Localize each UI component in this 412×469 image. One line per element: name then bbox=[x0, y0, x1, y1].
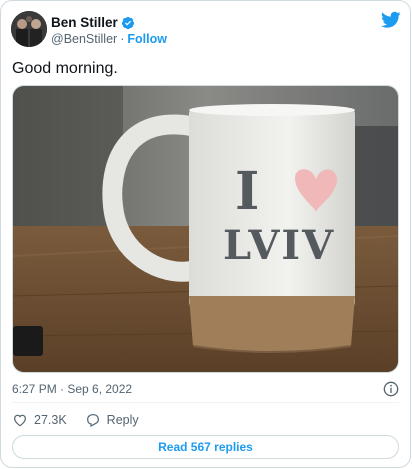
info-icon[interactable] bbox=[383, 381, 399, 397]
tweet-timestamp[interactable]: 6:27 PM · Sep 6, 2022 bbox=[12, 382, 132, 396]
action-bar: 27.3K Reply bbox=[12, 411, 157, 429]
twitter-bird-icon[interactable] bbox=[381, 11, 401, 29]
like-count: 27.3K bbox=[34, 413, 67, 427]
avatar[interactable] bbox=[11, 11, 47, 47]
mug-photo bbox=[13, 86, 398, 372]
tweet-header: Ben Stiller @BenStiller · Follow bbox=[11, 11, 401, 51]
follow-link[interactable]: Follow bbox=[127, 32, 167, 46]
tweet-photo[interactable]: I LVIV bbox=[12, 85, 399, 373]
read-replies-button[interactable]: Read 567 replies bbox=[12, 435, 399, 459]
divider bbox=[12, 402, 399, 403]
mug-text-city: LVIV bbox=[223, 222, 336, 269]
reply-icon bbox=[86, 414, 99, 428]
name-row: Ben Stiller bbox=[51, 15, 135, 30]
verified-badge-icon bbox=[121, 16, 134, 29]
author-name[interactable]: Ben Stiller bbox=[51, 15, 118, 30]
heart-icon bbox=[14, 414, 26, 427]
like-button[interactable]: 27.3K bbox=[12, 412, 67, 428]
author-handle[interactable]: @BenStiller bbox=[51, 32, 117, 46]
handle-row: @BenStiller · Follow bbox=[51, 32, 167, 46]
timestamp-row: 6:27 PM · Sep 6, 2022 bbox=[12, 381, 399, 399]
reply-button[interactable]: Reply bbox=[85, 412, 139, 428]
separator-dot: · bbox=[120, 32, 125, 46]
tweet-card: Ben Stiller @BenStiller · Follow Good mo… bbox=[0, 0, 411, 468]
tweet-text: Good morning. bbox=[12, 60, 118, 77]
reply-label: Reply bbox=[106, 413, 139, 427]
mug-text-i: I bbox=[235, 161, 260, 222]
